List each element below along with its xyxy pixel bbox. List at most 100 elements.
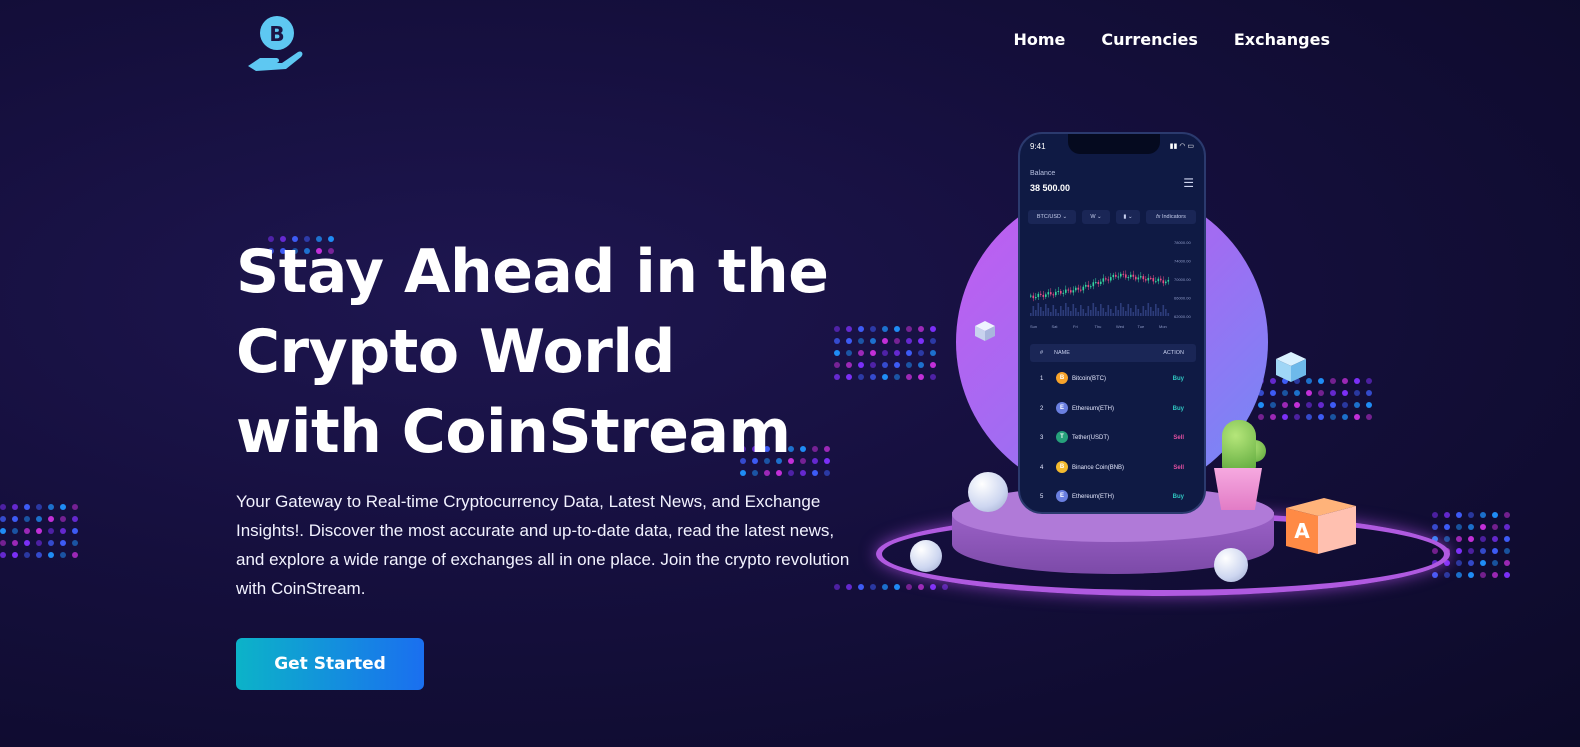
- dot: [1294, 390, 1300, 396]
- dot: [1318, 402, 1324, 408]
- col-num: #: [1040, 350, 1044, 356]
- chart-x-tick: Mon: [1159, 324, 1167, 329]
- candle-body: [1112, 274, 1115, 278]
- chart-y-tick: 66000.00: [1174, 296, 1191, 301]
- dot: [12, 528, 18, 534]
- dot: [1342, 414, 1348, 420]
- dot: [1330, 414, 1336, 420]
- volume-bar: [1117, 310, 1120, 316]
- coin-action-button[interactable]: Buy: [1173, 376, 1184, 382]
- dots-decoration-right: [1258, 378, 1372, 420]
- dot: [1342, 378, 1348, 384]
- chart-y-tick: 74000.00: [1174, 259, 1191, 264]
- volume-bar: [1060, 306, 1062, 316]
- dot: [12, 516, 18, 522]
- candle-body: [1092, 282, 1095, 287]
- candle-body: [1082, 286, 1085, 291]
- letter-box-letter: A: [1294, 519, 1310, 543]
- volume-bar: [1075, 308, 1077, 316]
- dot: [0, 540, 6, 546]
- candle-body: [1090, 286, 1092, 288]
- dot: [1492, 524, 1498, 530]
- volume-bar: [1115, 306, 1117, 316]
- dot: [870, 584, 876, 590]
- candle-body: [1085, 284, 1087, 287]
- candle-body: [1070, 290, 1072, 293]
- pair-select[interactable]: BTC/USD ⌄: [1028, 210, 1076, 224]
- candle-body: [1140, 276, 1142, 278]
- coin-action-button[interactable]: Sell: [1173, 435, 1184, 441]
- dot: [894, 350, 900, 356]
- nav-currencies[interactable]: Currencies: [1101, 30, 1198, 49]
- candle-body: [1105, 278, 1107, 280]
- dot: [918, 362, 924, 368]
- volume-bar: [1032, 306, 1035, 316]
- volume-bar: [1155, 304, 1157, 316]
- candle-body: [1150, 277, 1152, 279]
- volume-bar: [1057, 313, 1060, 316]
- volume-bar: [1090, 310, 1092, 316]
- dot: [1468, 536, 1474, 542]
- dot: [1366, 402, 1372, 408]
- candle-body: [1110, 277, 1112, 281]
- hero-title-line-3: with CoinStream: [236, 397, 791, 467]
- interval-select[interactable]: W ⌄: [1082, 210, 1110, 224]
- coin-icon: B: [1056, 372, 1068, 384]
- dot: [930, 584, 936, 590]
- coin-name: Ethereum(ETH): [1072, 405, 1115, 412]
- dot: [1432, 572, 1438, 578]
- volume-bar: [1140, 313, 1142, 316]
- candle-type-select[interactable]: ▮ ⌄: [1116, 210, 1140, 224]
- dot: [1504, 572, 1510, 578]
- candle-body: [1077, 287, 1080, 290]
- volume-bar: [1167, 313, 1170, 316]
- candle-body: [1147, 277, 1150, 281]
- balance-label: Balance: [1030, 170, 1056, 177]
- indicators-button[interactable]: fx Indicators: [1146, 210, 1196, 224]
- volume-bar: [1065, 303, 1067, 316]
- candle-body: [1157, 278, 1160, 282]
- volume-bar: [1097, 311, 1100, 316]
- volume-bar: [1105, 312, 1107, 316]
- cactus-pot: [1214, 468, 1262, 510]
- candle-body: [1030, 295, 1032, 297]
- dot: [24, 516, 30, 522]
- dot: [1504, 536, 1510, 542]
- candle-body: [1045, 294, 1047, 297]
- sphere-3: [1214, 548, 1248, 582]
- dot: [882, 350, 888, 356]
- dot: [1504, 524, 1510, 530]
- dot: [894, 584, 900, 590]
- dot: [906, 584, 912, 590]
- volume-bar: [1157, 308, 1160, 316]
- dot: [0, 552, 6, 558]
- dot: [1294, 414, 1300, 420]
- dot: [1306, 390, 1312, 396]
- candle-body: [1137, 277, 1140, 280]
- main-nav: Home Currencies Exchanges: [1013, 30, 1330, 49]
- cube-small-right: [1276, 352, 1306, 382]
- dot: [72, 504, 78, 510]
- dot: [48, 516, 54, 522]
- dot: [1468, 560, 1474, 566]
- chart-x-tick: Wed: [1116, 324, 1124, 329]
- nav-home[interactable]: Home: [1013, 30, 1065, 49]
- row-num: 5: [1040, 494, 1044, 500]
- dot: [882, 362, 888, 368]
- bitcoin-hand-icon[interactable]: B: [246, 14, 304, 74]
- dot: [930, 362, 936, 368]
- nav-exchanges[interactable]: Exchanges: [1234, 30, 1330, 49]
- dot: [36, 504, 42, 510]
- dot: [24, 552, 30, 558]
- dot: [1492, 536, 1498, 542]
- coin-action-button[interactable]: Buy: [1173, 494, 1184, 500]
- get-started-button[interactable]: Get Started: [236, 638, 424, 690]
- volume-bar: [1047, 308, 1050, 316]
- candle-body: [1160, 278, 1162, 281]
- volume-bar: [1100, 304, 1102, 316]
- coin-action-button[interactable]: Sell: [1173, 465, 1184, 471]
- chart-y-tick: 78000.00: [1174, 240, 1191, 245]
- dot: [906, 338, 912, 344]
- coin-action-button[interactable]: Buy: [1173, 406, 1184, 412]
- hamburger-menu-icon[interactable]: ☰: [1183, 176, 1194, 190]
